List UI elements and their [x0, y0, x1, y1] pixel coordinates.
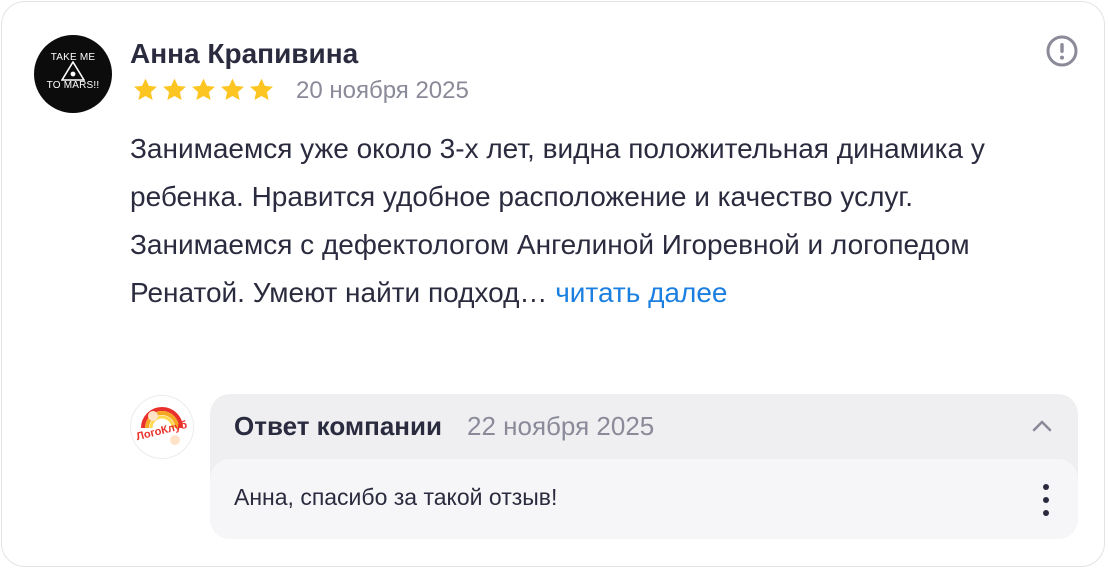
read-more-link[interactable]: читать далее: [555, 277, 727, 308]
reply-text: Анна, спасибо за такой отзыв!: [234, 484, 558, 510]
company-avatar[interactable]: ЛогоКлуб: [130, 395, 194, 459]
company-reply: Ответ компании 22 ноября 2025 Анна, спас…: [210, 394, 1078, 539]
star-icon: [163, 78, 186, 101]
review-text: Занимаемся уже около 3-х лет, видна поло…: [130, 125, 1030, 317]
review-paragraph-text: Занимаемся с дефектологом Ангелиной Игор…: [130, 229, 970, 308]
rating-stars: [131, 76, 276, 104]
chevron-up-icon[interactable]: [1028, 412, 1056, 440]
company-logo: ЛогоКлуб: [135, 407, 189, 445]
review-date: 20 ноября 2025: [296, 77, 469, 104]
star-icon: [221, 78, 244, 101]
triangle-eye-icon: [61, 61, 85, 81]
reply-body: Анна, спасибо за такой отзыв!: [210, 459, 1078, 539]
review-card: TAKE ME TO MARS!! Анна Крапивина 20 нояб…: [1, 1, 1105, 567]
avatar-text-bottom: TO MARS!!: [46, 80, 100, 91]
reply-date: 22 ноября 2025: [467, 411, 655, 441]
exclamation-circle-icon[interactable]: [1045, 34, 1079, 68]
reply-title: Ответ компании: [234, 411, 442, 441]
more-vertical-icon[interactable]: [1036, 482, 1056, 518]
review-paragraph: Занимаемся с дефектологом Ангелиной Игор…: [130, 221, 1030, 317]
star-icon: [192, 78, 215, 101]
star-icon: [250, 78, 273, 101]
author-name[interactable]: Анна Крапивина: [130, 38, 358, 70]
author-avatar[interactable]: TAKE ME TO MARS!!: [34, 35, 112, 113]
star-icon: [134, 78, 157, 101]
review-paragraph: Занимаемся уже около 3-х лет, видна поло…: [130, 133, 985, 212]
